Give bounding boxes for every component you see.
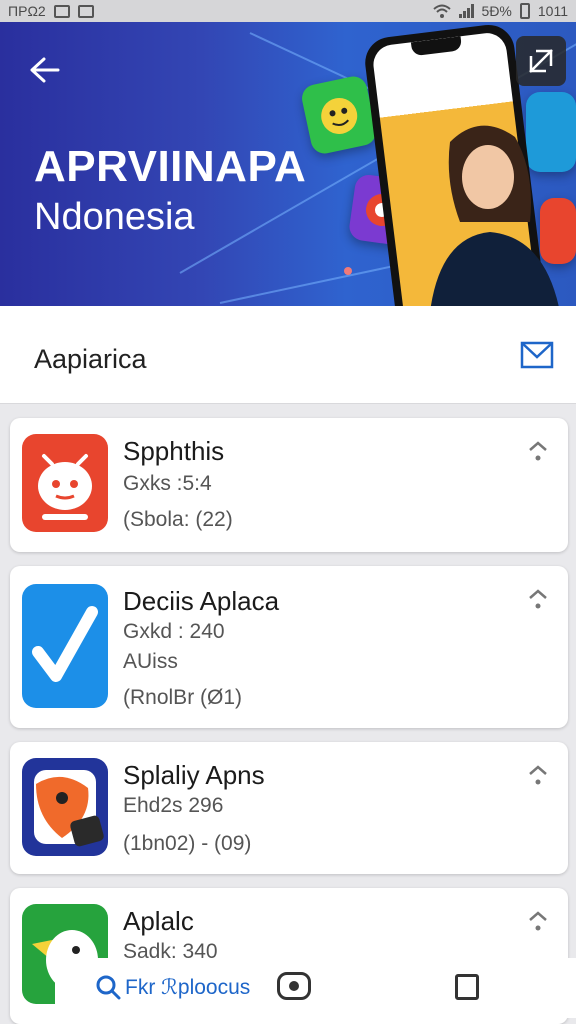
more-options-icon[interactable] [524, 438, 552, 466]
crop-icon [529, 49, 553, 73]
status-bar: ΠΡΩ2 5Ð% 1011 [0, 0, 576, 22]
app-meta: (Sbola: (22) [123, 508, 233, 531]
decor-dot [344, 267, 352, 275]
battery-percent: 5Ð% [481, 3, 512, 19]
app-meta: Gxks :5:4 [123, 472, 212, 495]
app-card[interactable]: Spphthis Gxks :5:4 (Sbola: (22) [10, 418, 568, 552]
search-label: Fkr ℛploocus [125, 975, 251, 999]
app-name: Splaliy Apns [123, 760, 265, 790]
signal-icon [458, 4, 474, 18]
search-icon [96, 975, 121, 1000]
blue-check-icon [22, 584, 108, 708]
section-header: Aapiarica [0, 306, 576, 404]
home-button[interactable] [277, 972, 311, 1000]
more-options-icon[interactable] [524, 586, 552, 614]
back-arrow-icon [30, 57, 60, 83]
app-name: Spphthis [123, 436, 225, 466]
hero-banner: APRVIINAPA Ndonesia [0, 22, 576, 306]
app-name: Deciis Aplaca [123, 586, 280, 616]
more-options-icon[interactable] [524, 908, 552, 936]
crop-button[interactable] [516, 36, 566, 86]
hero-subtitle: Ndonesia [34, 196, 195, 238]
battery-icon [519, 3, 530, 19]
app-meta: (RnolBr (Ø1) [123, 686, 243, 709]
section-title: Aapiarica [34, 344, 147, 374]
status-left-text: ΠΡΩ2 [8, 3, 46, 19]
orange-mascot-icon [22, 758, 108, 856]
bottom-navigation-bar: Fkr ℛploocus [55, 958, 576, 1018]
search-button[interactable]: Fkr ℛploocus [95, 974, 250, 1000]
mail-icon[interactable] [520, 340, 554, 370]
home-dot-icon [289, 981, 299, 991]
recents-button[interactable] [455, 974, 479, 1000]
red-robot-icon [22, 434, 108, 532]
back-button[interactable] [24, 50, 64, 90]
gallery-icon [77, 4, 94, 18]
person-illustration [430, 125, 559, 306]
app-meta: Gxkd : 240 [123, 620, 225, 643]
app-name: Aplalc [123, 906, 194, 936]
app-meta: AUiss [123, 650, 178, 673]
floating-app-green-icon [299, 73, 379, 157]
app-card[interactable]: Splaliy Apns Ehd2s 296 (1bn02) - (09) [10, 742, 568, 874]
app-meta: Ehd2s 296 [123, 794, 224, 817]
app-card[interactable]: Deciis Aplaca Gxkd : 240 AUiss (RnolBr (… [10, 566, 568, 728]
clock: 1011 [537, 3, 568, 19]
hero-title: APRVIINAPA [34, 142, 307, 191]
image-icon [53, 4, 70, 18]
app-meta: (1bn02) - (09) [123, 832, 252, 855]
more-options-icon[interactable] [524, 762, 552, 790]
wifi-icon [432, 4, 451, 18]
